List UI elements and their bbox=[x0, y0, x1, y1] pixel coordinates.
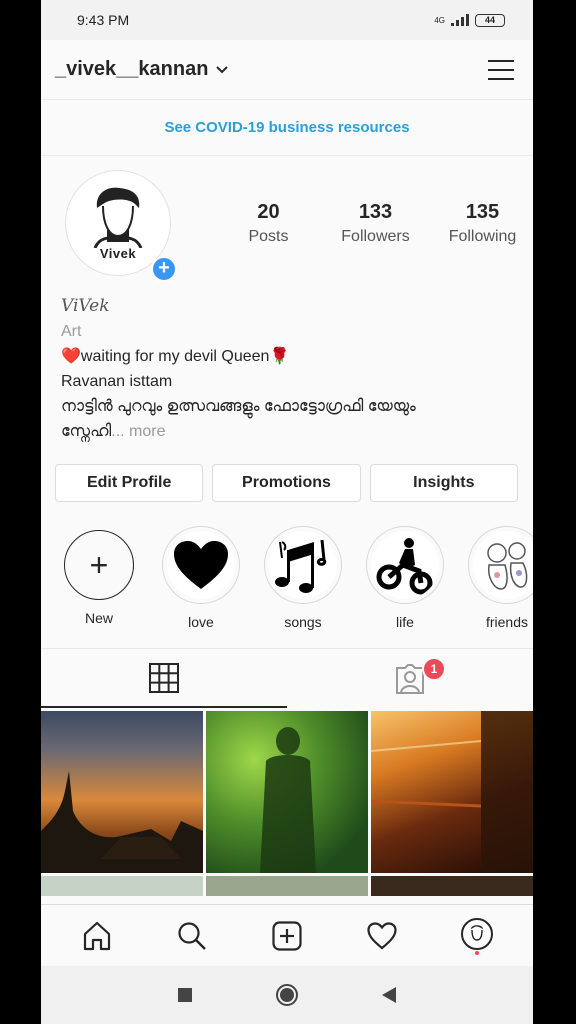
post-thumbnail-6[interactable] bbox=[371, 876, 533, 896]
profile-bio: ViVek Art ❤️waiting for my devil Queen🌹 … bbox=[41, 276, 533, 444]
temple-silhouette bbox=[41, 771, 203, 873]
bio-line-4: സ്നേഹി... more bbox=[61, 419, 513, 444]
profile-tabs: 1 bbox=[41, 648, 533, 708]
post-thumbnail-train-window[interactable] bbox=[371, 711, 533, 873]
bio-line-4-text: സ്നേഹി bbox=[61, 423, 112, 440]
highlight-label: life bbox=[396, 614, 414, 630]
profile-category: Art bbox=[61, 323, 82, 340]
post-thumbnail-sunset-temple[interactable] bbox=[41, 711, 203, 873]
highlight-label: New bbox=[84, 610, 113, 626]
bio-line-3: നാട്ടിൻ പുറവും ഉത്സവങ്ങളും ഫോട്ടോഗ്രഫി യ… bbox=[61, 398, 416, 415]
story-highlights: + New love songs life friends bbox=[41, 502, 533, 648]
profile-avatar-icon bbox=[461, 917, 494, 955]
status-icons: 4G 44 bbox=[434, 13, 505, 27]
posts-grid bbox=[41, 708, 533, 896]
highlight-friends[interactable]: friends bbox=[467, 526, 533, 648]
posts-label: Posts bbox=[248, 227, 289, 245]
shadow-figure bbox=[260, 727, 316, 873]
post-thumbnail-5[interactable] bbox=[206, 876, 368, 896]
highlight-new[interactable]: + New bbox=[59, 526, 139, 648]
followers-stat[interactable]: 133 Followers bbox=[322, 201, 429, 246]
following-label: Following bbox=[448, 227, 517, 245]
home-button-icon[interactable] bbox=[275, 983, 299, 1007]
android-navigation-bar bbox=[41, 966, 533, 1024]
recent-apps-icon[interactable] bbox=[177, 987, 193, 1003]
tab-grid[interactable] bbox=[41, 649, 287, 708]
nav-home[interactable] bbox=[73, 912, 121, 960]
highlight-life[interactable]: life bbox=[365, 526, 445, 648]
promotions-button[interactable]: Promotions bbox=[212, 464, 361, 502]
posts-stat[interactable]: 20 Posts bbox=[215, 201, 322, 246]
profile-summary: Vivek + 20 Posts 133 Followers 135 Follo… bbox=[41, 156, 533, 282]
post-thumbnail-4[interactable] bbox=[41, 876, 203, 896]
back-icon[interactable] bbox=[381, 986, 397, 1004]
nav-create[interactable] bbox=[263, 912, 311, 960]
battery-level: 44 bbox=[484, 15, 495, 25]
profile-avatar[interactable]: Vivek + bbox=[65, 170, 177, 282]
search-icon bbox=[178, 921, 206, 950]
profile-actions: Edit Profile Promotions Insights bbox=[41, 444, 533, 502]
highlight-love[interactable]: love bbox=[161, 526, 241, 648]
covid-resources-link[interactable]: See COVID-19 business resources bbox=[41, 100, 533, 156]
highlight-label: love bbox=[188, 614, 214, 630]
status-bar: 9:43 PM 4G 44 bbox=[41, 0, 533, 40]
grid-icon bbox=[149, 662, 179, 693]
signal-icon bbox=[451, 14, 469, 26]
home-icon bbox=[83, 921, 110, 950]
avatar-text: Vivek bbox=[99, 245, 137, 261]
nav-profile[interactable] bbox=[453, 912, 501, 960]
avatar-face-icon bbox=[93, 187, 143, 248]
nav-activity[interactable] bbox=[358, 912, 406, 960]
menu-icon[interactable] bbox=[487, 58, 515, 82]
account-switcher[interactable]: _vivek__kannan bbox=[55, 58, 229, 81]
notification-badge: 1 bbox=[422, 657, 446, 681]
bottom-navigation bbox=[41, 904, 533, 966]
motorbike-icon bbox=[376, 538, 433, 595]
following-stat[interactable]: 135 Following bbox=[429, 201, 533, 246]
posts-count: 20 bbox=[257, 200, 280, 223]
battery-icon: 44 bbox=[475, 13, 505, 27]
bio-line-1: ❤️waiting for my devil Queen🌹 bbox=[61, 348, 290, 365]
network-label: 4G bbox=[434, 15, 445, 25]
chevron-down-icon bbox=[216, 65, 229, 73]
phone-screen: 9:43 PM 4G 44 _vivek__kannan See COVID-1… bbox=[41, 0, 533, 1024]
post-thumbnail-shadow-leaves[interactable] bbox=[206, 711, 368, 873]
highlight-label: friends bbox=[485, 614, 529, 630]
cartoon-friends-icon bbox=[487, 542, 528, 590]
followers-count: 133 bbox=[358, 200, 393, 223]
username-label: _vivek__kannan bbox=[55, 58, 209, 80]
heart-outline-icon bbox=[367, 921, 397, 949]
heart-icon bbox=[174, 541, 228, 589]
bio-line-2: Ravanan isttam bbox=[61, 373, 173, 390]
profile-header: _vivek__kannan bbox=[41, 40, 533, 100]
tab-tagged[interactable]: 1 bbox=[287, 649, 533, 708]
add-post-icon bbox=[272, 920, 302, 951]
highlight-label: songs bbox=[284, 614, 322, 630]
followers-label: Followers bbox=[341, 227, 410, 245]
plus-icon: + bbox=[64, 530, 134, 600]
display-name: ViVek bbox=[61, 296, 110, 316]
tagged-person-icon bbox=[396, 663, 424, 694]
profile-stats: 20 Posts 133 Followers 135 Following bbox=[215, 201, 533, 246]
music-notes-icon bbox=[275, 539, 327, 593]
edit-profile-button[interactable]: Edit Profile bbox=[55, 464, 204, 502]
highlight-songs[interactable]: songs bbox=[263, 526, 343, 648]
following-count: 135 bbox=[465, 200, 500, 223]
bio-more-link[interactable]: ... more bbox=[111, 423, 165, 440]
status-time: 9:43 PM bbox=[77, 12, 130, 28]
nav-search[interactable] bbox=[168, 912, 216, 960]
window-frame bbox=[371, 711, 533, 873]
insights-button[interactable]: Insights bbox=[369, 464, 518, 502]
add-story-button[interactable]: + bbox=[151, 256, 177, 282]
